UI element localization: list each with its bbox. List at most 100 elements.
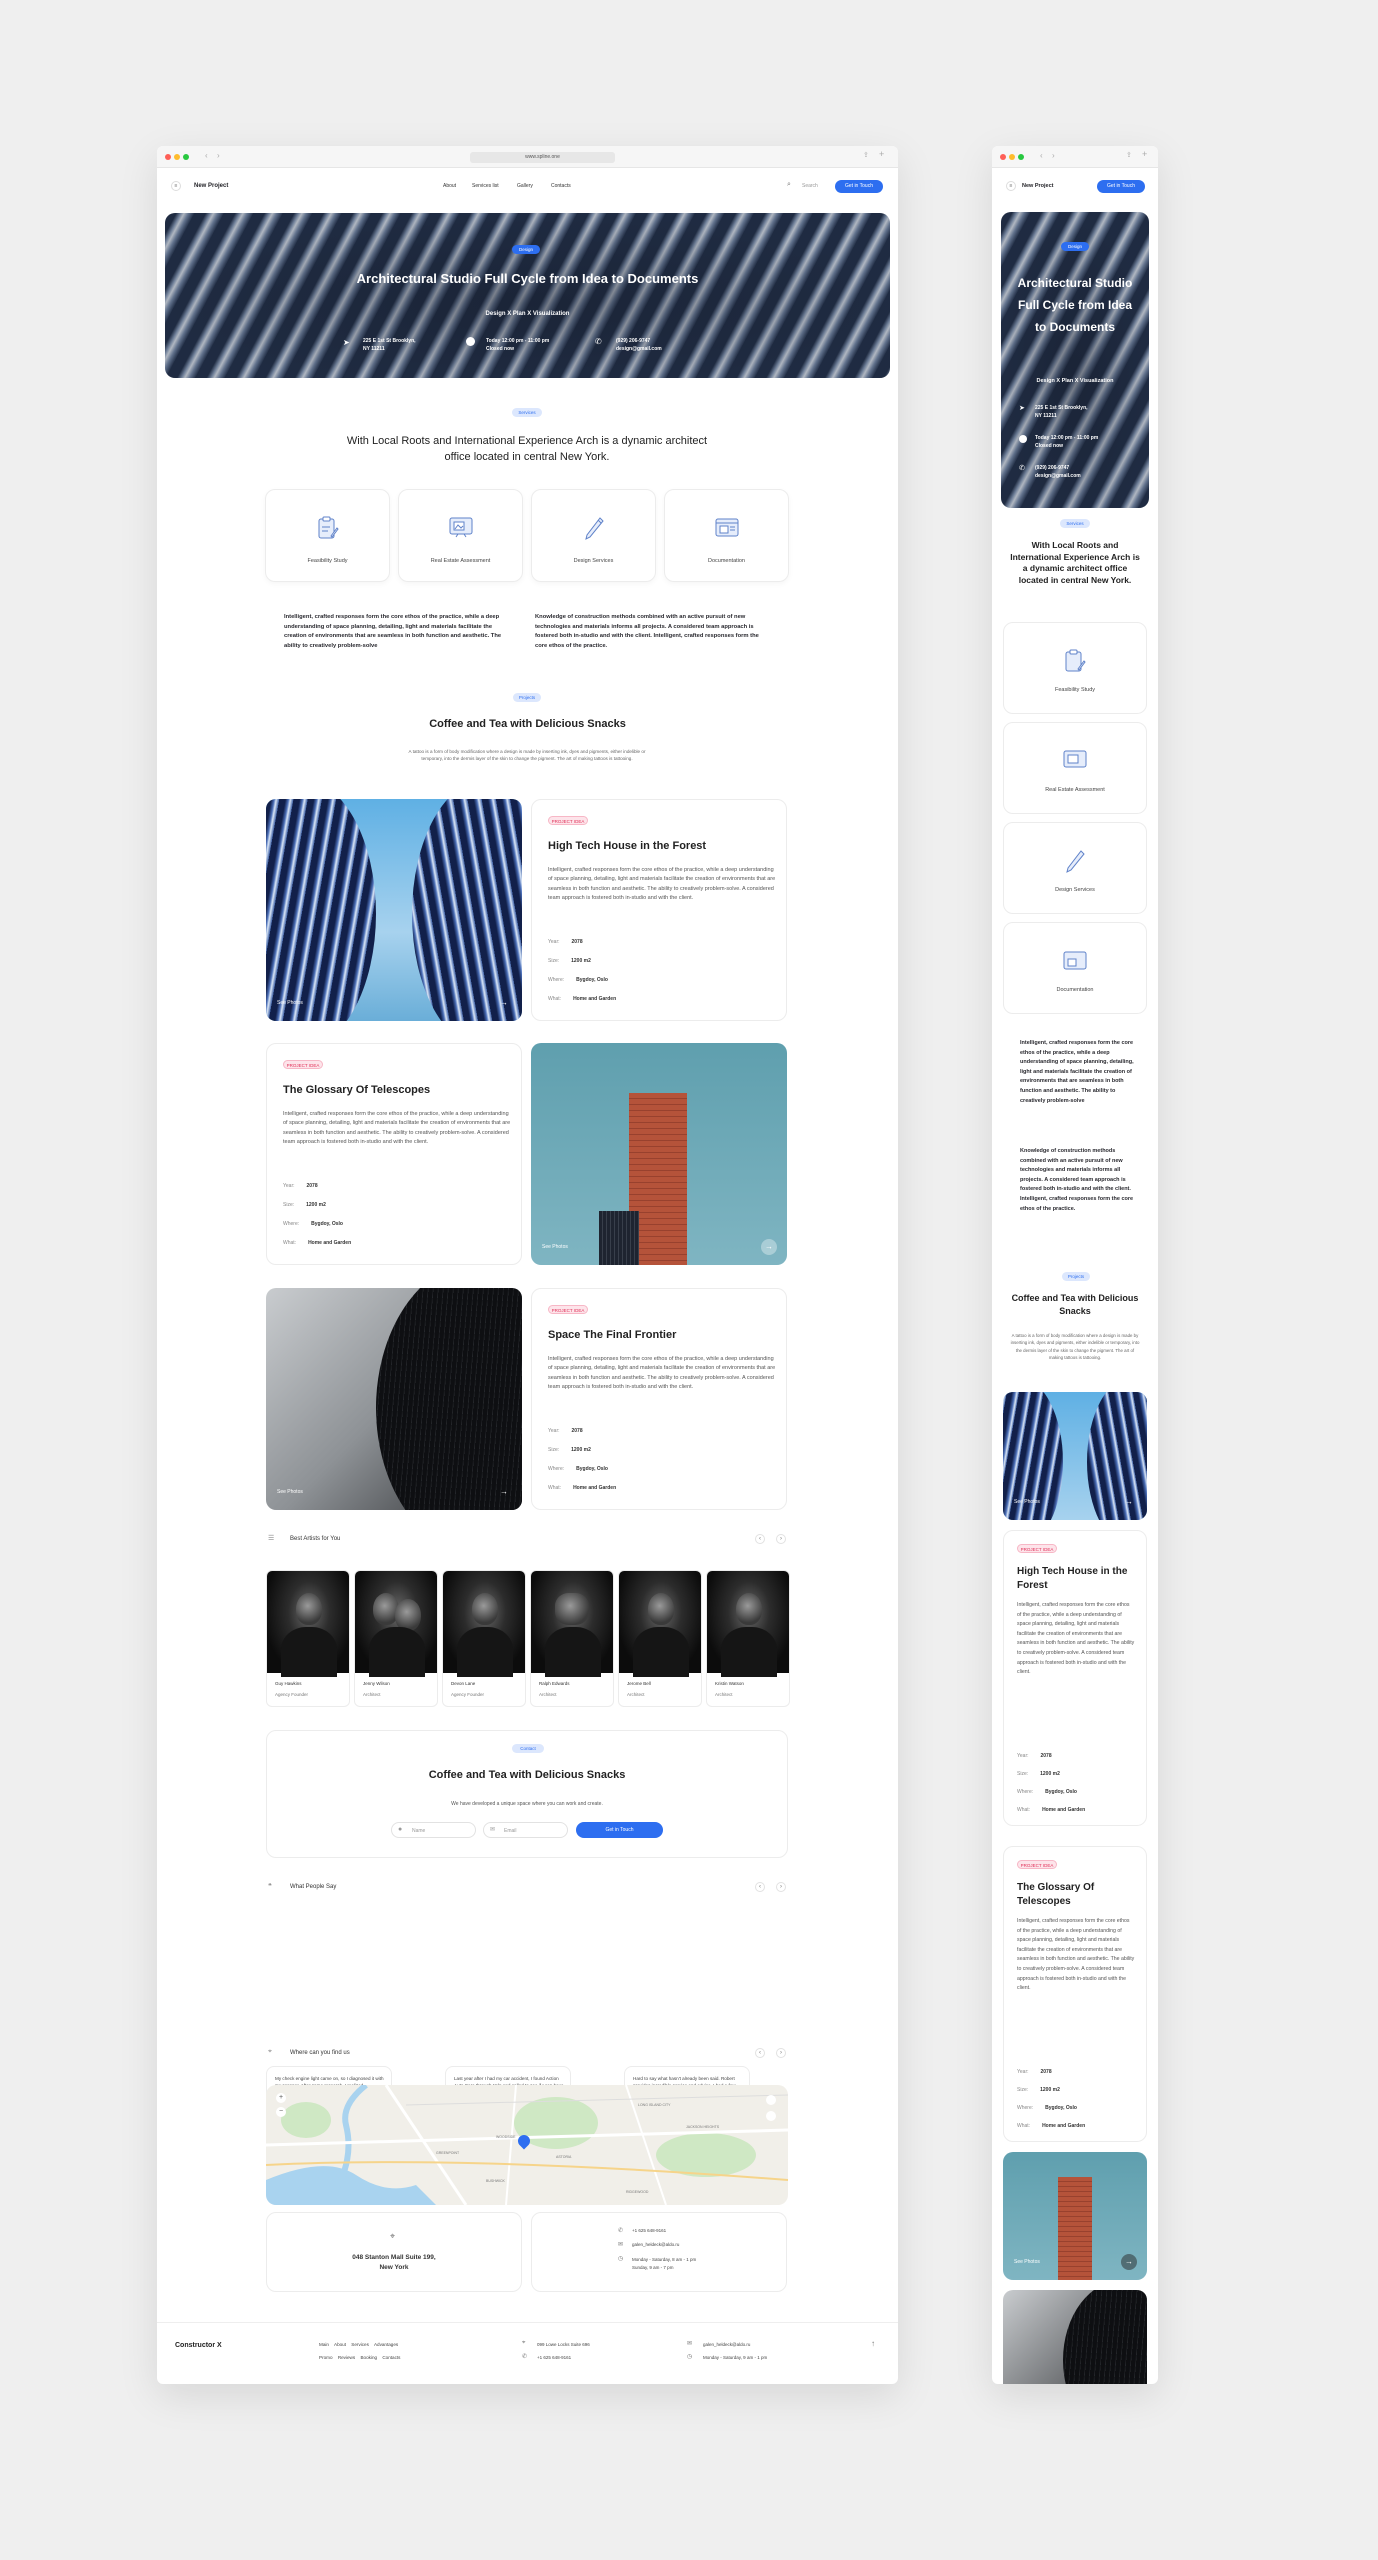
url-bar[interactable]: www.spline.one (470, 152, 615, 163)
get-in-touch-button[interactable]: Get in Touch (835, 180, 883, 193)
service-card-documentation[interactable]: Documentation (664, 489, 789, 582)
mobile-project-photo-high-tech[interactable]: See Photos → (1003, 1392, 1147, 1520)
arrow-right-icon[interactable]: → (496, 1484, 512, 1500)
back-icon[interactable]: ‹ (1040, 151, 1043, 160)
compass-icon[interactable] (766, 2095, 776, 2105)
footer-link-services[interactable]: Services (351, 2342, 369, 2347)
arrow-right-icon[interactable]: → (496, 995, 512, 1011)
arrow-right-icon[interactable]: → (761, 1239, 777, 1255)
back-icon[interactable]: ‹ (205, 151, 208, 160)
search-icon[interactable]: ⌕ (787, 181, 791, 189)
search-label[interactable]: Search (802, 183, 818, 189)
hero-email[interactable]: design@gmail.com (616, 345, 662, 353)
prev-arrow-icon[interactable]: ‹ (755, 2048, 765, 2058)
arrow-right-icon[interactable]: → (1121, 2254, 1137, 2270)
what-value: Home and Garden (573, 1485, 617, 1491)
year-label: Year: (548, 1428, 560, 1434)
mobile-service-card-real-estate[interactable]: Real Estate Assessment (1003, 722, 1147, 814)
share-icon[interactable]: ⇪ (863, 151, 869, 159)
zoom-out-icon[interactable]: − (276, 2107, 286, 2117)
maximize-window-dot[interactable] (183, 154, 189, 160)
mobile-service-card-documentation[interactable]: Documentation (1003, 922, 1147, 1014)
users-icon: ☰ (268, 1535, 275, 1542)
mobile-hero-subtitle: Design X Plan X Visualization (1036, 378, 1114, 384)
see-photos-link[interactable]: See Photos (277, 1489, 303, 1495)
footer-link-promo[interactable]: Promo (319, 2355, 333, 2360)
mobile-services-paragraph-left: Intelligent, crafted responses form the … (1020, 1040, 1134, 1104)
footer-link-reviews[interactable]: Reviews (338, 2355, 355, 2360)
footer-email[interactable]: galen_heldeck@aldo.ru (703, 2342, 750, 2347)
minimize-window-dot[interactable] (1009, 154, 1015, 160)
footer-link-advantages[interactable]: Advantages (374, 2342, 398, 2347)
next-arrow-icon[interactable]: › (776, 2048, 786, 2058)
zoom-in-icon[interactable]: + (276, 2093, 286, 2103)
see-photos-link[interactable]: See Photos (1014, 2259, 1040, 2265)
prev-arrow-icon[interactable]: ‹ (755, 1882, 765, 1892)
artist-card[interactable]: Jerome Bell Architect (618, 1570, 702, 1707)
nav-link-about[interactable]: About (443, 183, 456, 189)
mobile-service-card-feasibility[interactable]: Feasibility Study (1003, 622, 1147, 714)
see-photos-link[interactable]: See Photos (1014, 1499, 1040, 1505)
service-label: Real Estate Assessment (1045, 787, 1105, 793)
artist-card[interactable]: Ralph Edwards Architect (530, 1570, 614, 1707)
where-value: Bygdoy, Oslo (576, 977, 608, 983)
next-arrow-icon[interactable]: › (776, 1882, 786, 1892)
name-placeholder: Name (412, 1828, 426, 1834)
contact-email[interactable]: galen_heldeck@aldo.ru (632, 2242, 679, 2247)
mobile-project-photo-telescopes[interactable]: See Photos → (1003, 2152, 1147, 2280)
service-card-real-estate[interactable]: Real Estate Assessment (398, 489, 523, 582)
footer-phone[interactable]: +1 625 648-9161 (537, 2355, 571, 2360)
mobile-service-card-design[interactable]: Design Services (1003, 822, 1147, 914)
service-card-feasibility[interactable]: Feasibility Study (265, 489, 390, 582)
nav-link-gallery[interactable]: Gallery (517, 183, 533, 189)
footer-link-main[interactable]: Main (319, 2342, 329, 2347)
layers-icon[interactable] (766, 2111, 776, 2121)
new-tab-icon[interactable]: + (879, 149, 884, 159)
project-photo-space[interactable]: See Photos → (266, 1288, 522, 1510)
nav-link-contacts[interactable]: Contacts (551, 183, 571, 189)
where-label: Where: (1017, 2105, 1034, 2111)
footer-link-about[interactable]: About (334, 2342, 346, 2347)
share-icon[interactable]: ⇪ (1126, 151, 1132, 159)
service-card-design[interactable]: Design Services (531, 489, 656, 582)
project-year-row: Year: 2078 (1017, 1753, 1052, 1759)
maximize-window-dot[interactable] (1018, 154, 1024, 160)
project-photo-telescopes[interactable]: See Photos → (531, 1043, 787, 1265)
email-line[interactable]: design@gmail.com (1035, 472, 1081, 480)
artist-card[interactable]: Guy Hawkins Agency Founder (266, 1570, 350, 1707)
menu-icon[interactable]: ≡ (171, 181, 181, 191)
map[interactable]: WOODSIDE LONG ISLAND CITY RIDGEWOOD BUSH… (266, 2085, 788, 2205)
email-field[interactable]: ✉ Email (483, 1822, 568, 1838)
artist-card[interactable]: Devon Lane Agency Founder (442, 1570, 526, 1707)
curved-building-left (266, 799, 376, 1021)
name-field[interactable]: ● Name (391, 1822, 476, 1838)
forward-icon[interactable]: › (217, 151, 220, 160)
hero-phone[interactable]: (929) 206-9747 (616, 337, 662, 345)
prev-arrow-icon[interactable]: ‹ (755, 1534, 765, 1544)
nav-link-services[interactable]: Services list (472, 183, 499, 189)
footer-link-contacts[interactable]: Contacts (382, 2355, 400, 2360)
see-photos-link[interactable]: See Photos (277, 1000, 303, 1006)
close-window-dot[interactable] (1000, 154, 1006, 160)
mobile-project-photo-space[interactable] (1003, 2290, 1147, 2384)
artist-card[interactable]: Kristin Watson Architect (706, 1570, 790, 1707)
close-window-dot[interactable] (165, 154, 171, 160)
phone-line[interactable]: (929) 206-9747 (1035, 464, 1081, 472)
see-photos-link[interactable]: See Photos (542, 1244, 568, 1250)
new-tab-icon[interactable]: + (1142, 149, 1147, 159)
artist-card[interactable]: Jenny Wilson Architect (354, 1570, 438, 1707)
contact-phone[interactable]: +1 625 648-9161 (632, 2228, 666, 2233)
scroll-top-icon[interactable]: ↑ (871, 2339, 875, 2348)
minimize-window-dot[interactable] (174, 154, 180, 160)
hero-hours-line1: Today 12:00 pm - 11:00 pm (486, 338, 550, 344)
menu-icon[interactable]: ≡ (1006, 181, 1016, 191)
mobile-get-in-touch-button[interactable]: Get in Touch (1097, 180, 1145, 193)
project-photo-high-tech[interactable]: See Photos → (266, 799, 522, 1021)
next-arrow-icon[interactable]: › (776, 1534, 786, 1544)
artist-role: Architect (539, 1692, 557, 1697)
forward-icon[interactable]: › (1052, 151, 1055, 160)
contact-submit-button[interactable]: Get in Touch (576, 1822, 663, 1838)
arrow-right-icon[interactable]: → (1121, 1494, 1137, 1510)
footer-link-booking[interactable]: Booking (360, 2355, 377, 2360)
artist-name: Devon Lane (451, 1681, 476, 1686)
